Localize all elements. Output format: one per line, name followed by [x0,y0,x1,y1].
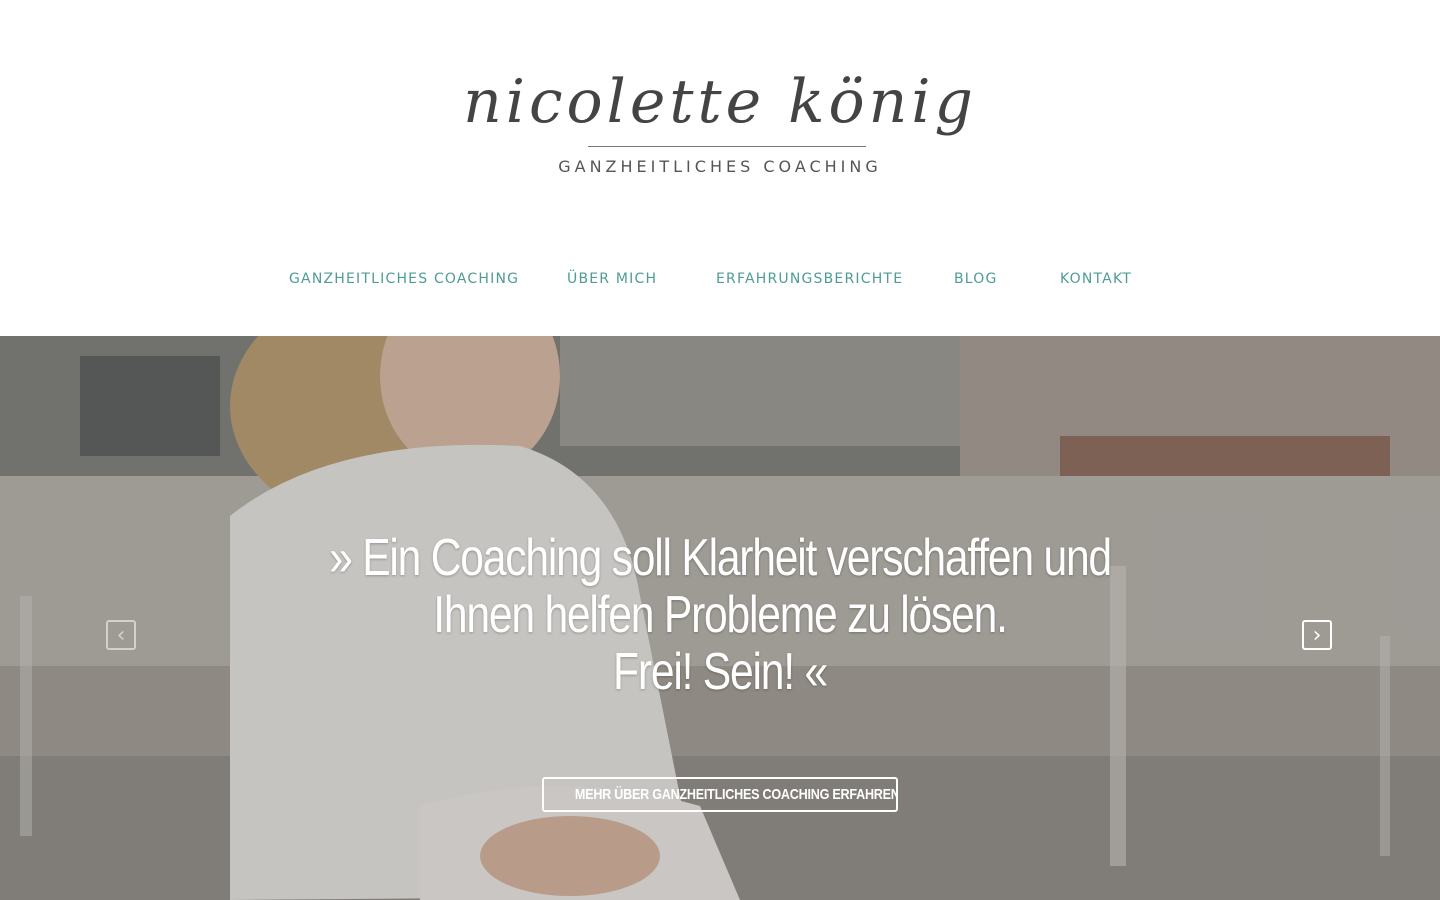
logo-tagline: GANZHEITLICHES COACHING [558,157,882,176]
chevron-left-icon[interactable]: ‹ [106,620,136,650]
learn-more-button-label: MEHR ÜBER GANZHEITLICHES COACHING ERFAHR… [574,786,898,803]
nav-item-ganzheitliches-coaching[interactable]: GANZHEITLICHES COACHING [289,266,519,292]
hero-quote: » Ein Coaching soll Klarheit verschaffen… [310,530,1130,701]
site-header: nicolette könig GANZHEITLICHES COACHING … [0,0,1440,336]
logo-script-name: nicolette könig [463,67,977,137]
main-navigation: GANZHEITLICHES COACHING ÜBER MICH ERFAHR… [0,266,1440,292]
nav-item-kontakt[interactable]: KONTAKT [1060,266,1132,292]
logo-divider [588,146,866,147]
hero-quote-line: Frei! Sein! « [613,643,828,701]
learn-more-button[interactable]: MEHR ÜBER GANZHEITLICHES COACHING ERFAHR… [542,777,898,812]
hero-quote-line: Ihnen helfen Probleme zu lösen. [433,586,1008,644]
nav-item-ueber-mich[interactable]: ÜBER MICH [567,266,657,292]
chevron-right-icon[interactable]: › [1302,620,1332,650]
nav-item-blog[interactable]: BLOG [954,266,998,292]
site-logo[interactable]: nicolette könig GANZHEITLICHES COACHING [460,62,980,192]
nav-item-erfahrungsberichte[interactable]: ERFAHRUNGSBERICHTE [716,266,903,292]
hero-quote-line: » Ein Coaching soll Klarheit verschaffen… [329,529,1112,587]
hero-slider: » Ein Coaching soll Klarheit verschaffen… [0,336,1440,900]
